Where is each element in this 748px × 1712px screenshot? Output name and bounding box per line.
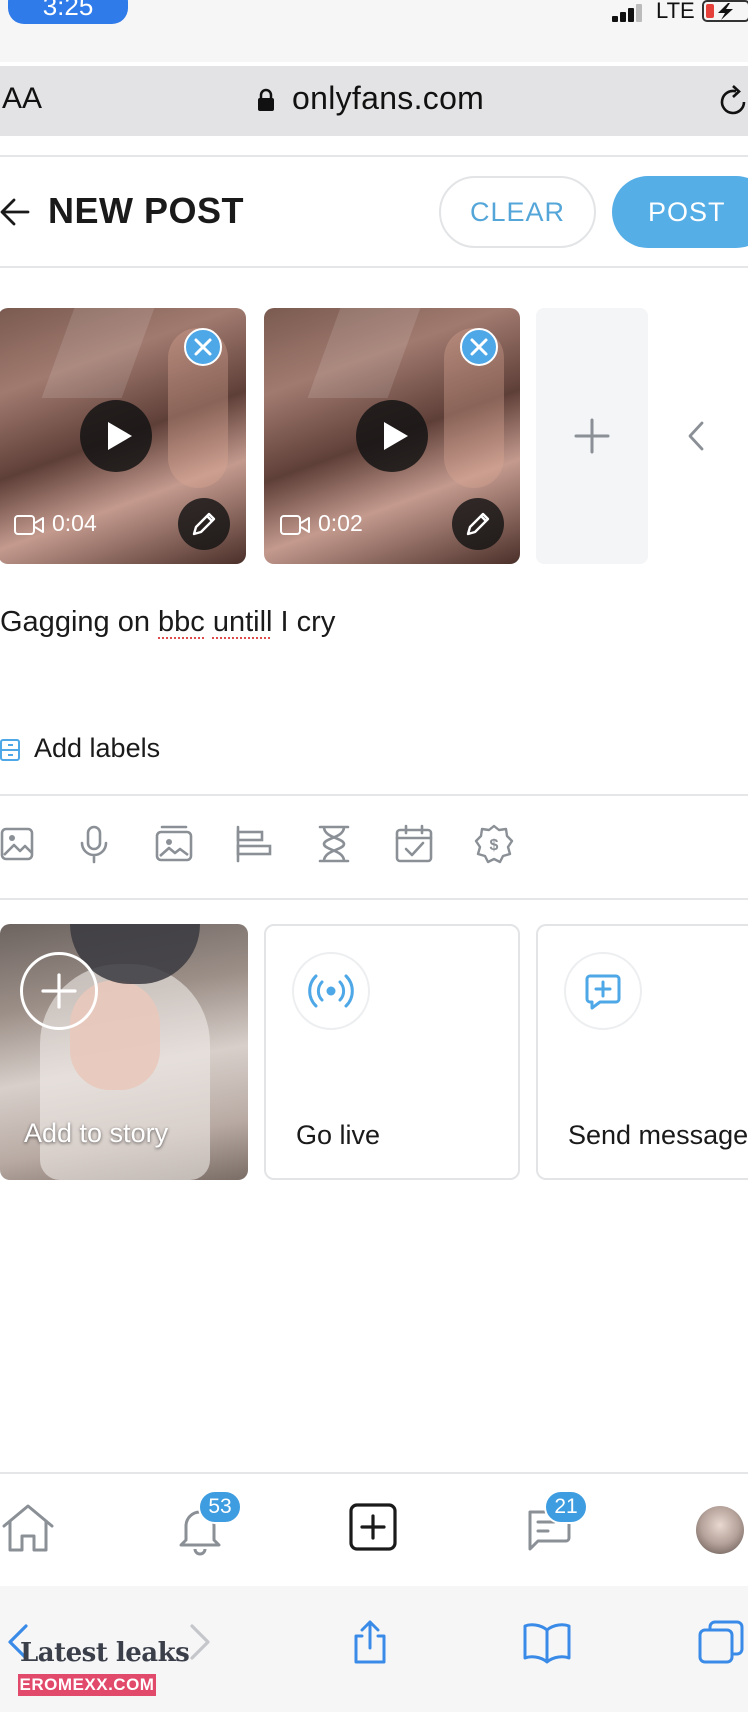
status-bar: 3:25 LTE: [0, 0, 748, 62]
add-post-icon[interactable]: [346, 1500, 402, 1556]
network-type: LTE: [656, 0, 695, 23]
video-camera-icon: [280, 515, 310, 535]
status-time: 3:25: [8, 0, 128, 24]
back-arrow-icon[interactable]: [0, 196, 30, 228]
battery-icon: [702, 0, 748, 22]
calendar-check-icon[interactable]: [394, 824, 434, 864]
send-message-label: Send message: [568, 1120, 748, 1150]
price-tag-icon[interactable]: $: [474, 824, 514, 864]
go-live-card[interactable]: Go live: [264, 924, 520, 1180]
microphone-icon[interactable]: [74, 824, 114, 864]
post-caption[interactable]: Gagging on bbc untill I cry: [0, 606, 335, 639]
page-title: NEW POST: [48, 190, 245, 231]
poll-icon[interactable]: [234, 824, 274, 864]
go-live-label: Go live: [296, 1120, 381, 1150]
divider: [0, 1472, 748, 1474]
svg-text:$: $: [490, 837, 499, 854]
remove-icon[interactable]: [460, 328, 498, 366]
chevron-left-icon[interactable]: [686, 420, 706, 452]
send-message-card[interactable]: Send message: [536, 924, 748, 1180]
remove-icon[interactable]: [184, 328, 222, 366]
clear-button[interactable]: CLEAR: [439, 176, 596, 248]
play-icon[interactable]: [356, 400, 428, 472]
address-bar[interactable]: AA onlyfans.com: [0, 66, 748, 136]
add-to-story-card[interactable]: Add to story: [0, 924, 248, 1180]
play-icon[interactable]: [80, 400, 152, 472]
notifications-badge: 53: [198, 1490, 242, 1524]
add-media-button[interactable]: [536, 308, 648, 564]
home-icon[interactable]: [0, 1500, 56, 1556]
caption-misspelled-word: untill: [212, 606, 273, 638]
reload-icon[interactable]: [716, 84, 748, 120]
divider: [0, 266, 748, 268]
post-button[interactable]: POST: [612, 176, 748, 248]
broadcast-icon: [292, 952, 370, 1030]
labels-icon[interactable]: [0, 738, 20, 762]
messages-badge: 21: [544, 1490, 588, 1524]
message-plus-icon: [564, 952, 642, 1030]
bookmarks-icon[interactable]: [522, 1620, 572, 1664]
media-thumbnail-2[interactable]: 0:02: [264, 308, 520, 564]
plus-icon: [574, 418, 610, 454]
watermark-text: Latest leaks: [20, 1638, 190, 1668]
image-icon[interactable]: [0, 824, 40, 864]
edit-pencil-icon[interactable]: [452, 498, 504, 550]
divider: [0, 794, 748, 796]
caption-text: [205, 606, 213, 638]
gallery-icon[interactable]: [154, 824, 194, 864]
avatar[interactable]: [696, 1506, 744, 1554]
video-duration: 0:04: [52, 510, 97, 536]
video-camera-icon: [14, 515, 44, 535]
watermark-brand: EROMEXX.COM: [18, 1674, 156, 1696]
url-text[interactable]: onlyfans.com: [292, 80, 484, 117]
media-thumbnail-1[interactable]: 0:04: [0, 308, 246, 564]
caption-text: I cry: [272, 606, 336, 638]
divider: [0, 155, 748, 157]
tabs-icon[interactable]: [698, 1620, 744, 1664]
caption-misspelled-word: bbc: [158, 606, 205, 638]
text-size-button[interactable]: AA: [2, 82, 42, 116]
add-to-story-label: Add to story: [24, 1118, 169, 1148]
divider: [0, 898, 748, 900]
video-duration: 0:02: [318, 510, 363, 536]
share-icon[interactable]: [348, 1620, 392, 1664]
plus-icon: [20, 952, 98, 1030]
edit-pencil-icon[interactable]: [178, 498, 230, 550]
signal-icon: [612, 4, 642, 22]
lock-icon: [258, 88, 274, 111]
screen: 3:25 LTE AA onlyfans.com NEW POST CLEAR …: [0, 0, 748, 1712]
hourglass-icon[interactable]: [314, 824, 354, 864]
caption-text: Gagging on: [0, 606, 159, 638]
add-labels-button[interactable]: Add labels: [34, 733, 160, 764]
